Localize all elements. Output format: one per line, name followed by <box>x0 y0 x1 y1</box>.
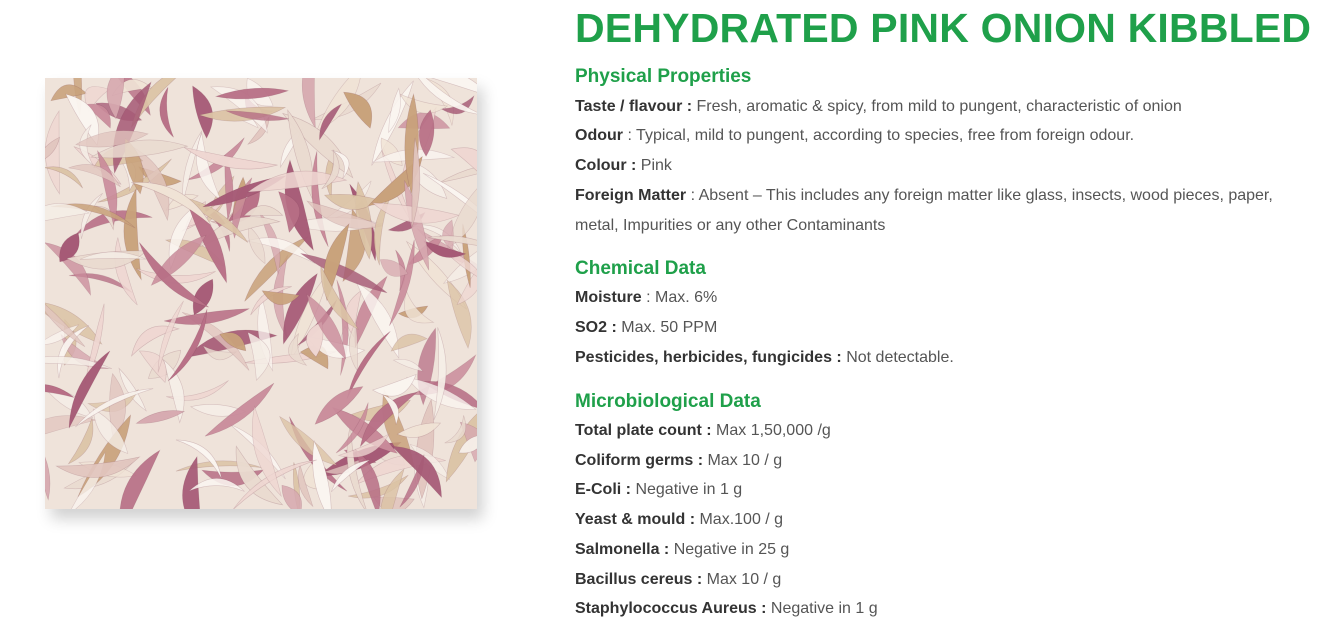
spec-row-coliform: Coliform germs : Max 10 / g <box>575 446 782 476</box>
spec-value: Max.100 / g <box>695 511 784 528</box>
spec-row-moisture: Moisture : Max. 6% <box>575 283 717 313</box>
spec-label: SO2 : <box>575 319 617 336</box>
product-photo <box>45 78 477 509</box>
spec-value: Negative in 1 g <box>766 600 878 617</box>
spec-label: E-Coli : <box>575 481 631 498</box>
spec-row-salmonella: Salmonella : Negative in 25 g <box>575 535 789 565</box>
spec-value: : Max. 6% <box>641 289 718 306</box>
spec-row-staphylococcus: Staphylococcus Aureus : Negative in 1 g <box>575 594 878 624</box>
spec-value: Max 10 / g <box>702 571 782 588</box>
spec-value: Max. 50 PPM <box>616 319 718 336</box>
spec-row-odour: Odour : Typical, mild to pungent, accord… <box>575 121 1134 151</box>
spec-value: Not detectable. <box>841 349 954 366</box>
spec-value: Pink <box>636 157 672 174</box>
spec-row-total-plate-count: Total plate count : Max 1,50,000 /g <box>575 416 831 446</box>
microbiological-data-heading: Microbiological Data <box>575 391 761 412</box>
spec-value: Fresh, aromatic & spicy, from mild to pu… <box>692 98 1182 115</box>
chemical-data-heading: Chemical Data <box>575 258 706 279</box>
spec-row-yeast-mould: Yeast & mould : Max.100 / g <box>575 505 783 535</box>
spec-row-pesticides: Pesticides, herbicides, fungicides : Not… <box>575 343 954 373</box>
spec-row-colour: Colour : Pink <box>575 151 672 181</box>
spec-row-e-coli: E-Coli : Negative in 1 g <box>575 475 742 505</box>
spec-label: Moisture <box>575 289 642 306</box>
spec-label: Odour <box>575 127 623 144</box>
spec-value: : Typical, mild to pungent, according to… <box>623 127 1135 144</box>
spec-value: Negative in 1 g <box>631 481 743 498</box>
spec-row-bacillus: Bacillus cereus : Max 10 / g <box>575 565 781 595</box>
spec-row-taste: Taste / flavour : Fresh, aromatic & spic… <box>575 92 1182 122</box>
spec-label: Total plate count : <box>575 422 712 439</box>
spec-value: Max 1,50,000 /g <box>711 422 831 439</box>
onion-flakes-image <box>45 78 477 509</box>
spec-label: Yeast & mould : <box>575 511 696 528</box>
spec-label: Foreign Matter <box>575 187 687 204</box>
spec-value: Max 10 / g <box>703 452 783 469</box>
spec-label: Salmonella : <box>575 541 670 558</box>
physical-properties-heading: Physical Properties <box>575 66 752 87</box>
spec-value: Negative in 25 g <box>669 541 790 558</box>
spec-label: Bacillus cereus : <box>575 571 703 588</box>
spec-row-so2: SO2 : Max. 50 PPM <box>575 313 717 343</box>
spec-row-foreign-matter: Foreign Matter : Absent – This includes … <box>575 181 1295 240</box>
spec-label: Staphylococcus Aureus : <box>575 600 767 617</box>
spec-label: Coliform germs : <box>575 452 704 469</box>
page-title: DEHYDRATED PINK ONION KIBBLED <box>575 5 1312 51</box>
spec-label: Colour : <box>575 157 637 174</box>
spec-label: Pesticides, herbicides, fungicides : <box>575 349 842 366</box>
spec-label: Taste / flavour : <box>575 98 693 115</box>
